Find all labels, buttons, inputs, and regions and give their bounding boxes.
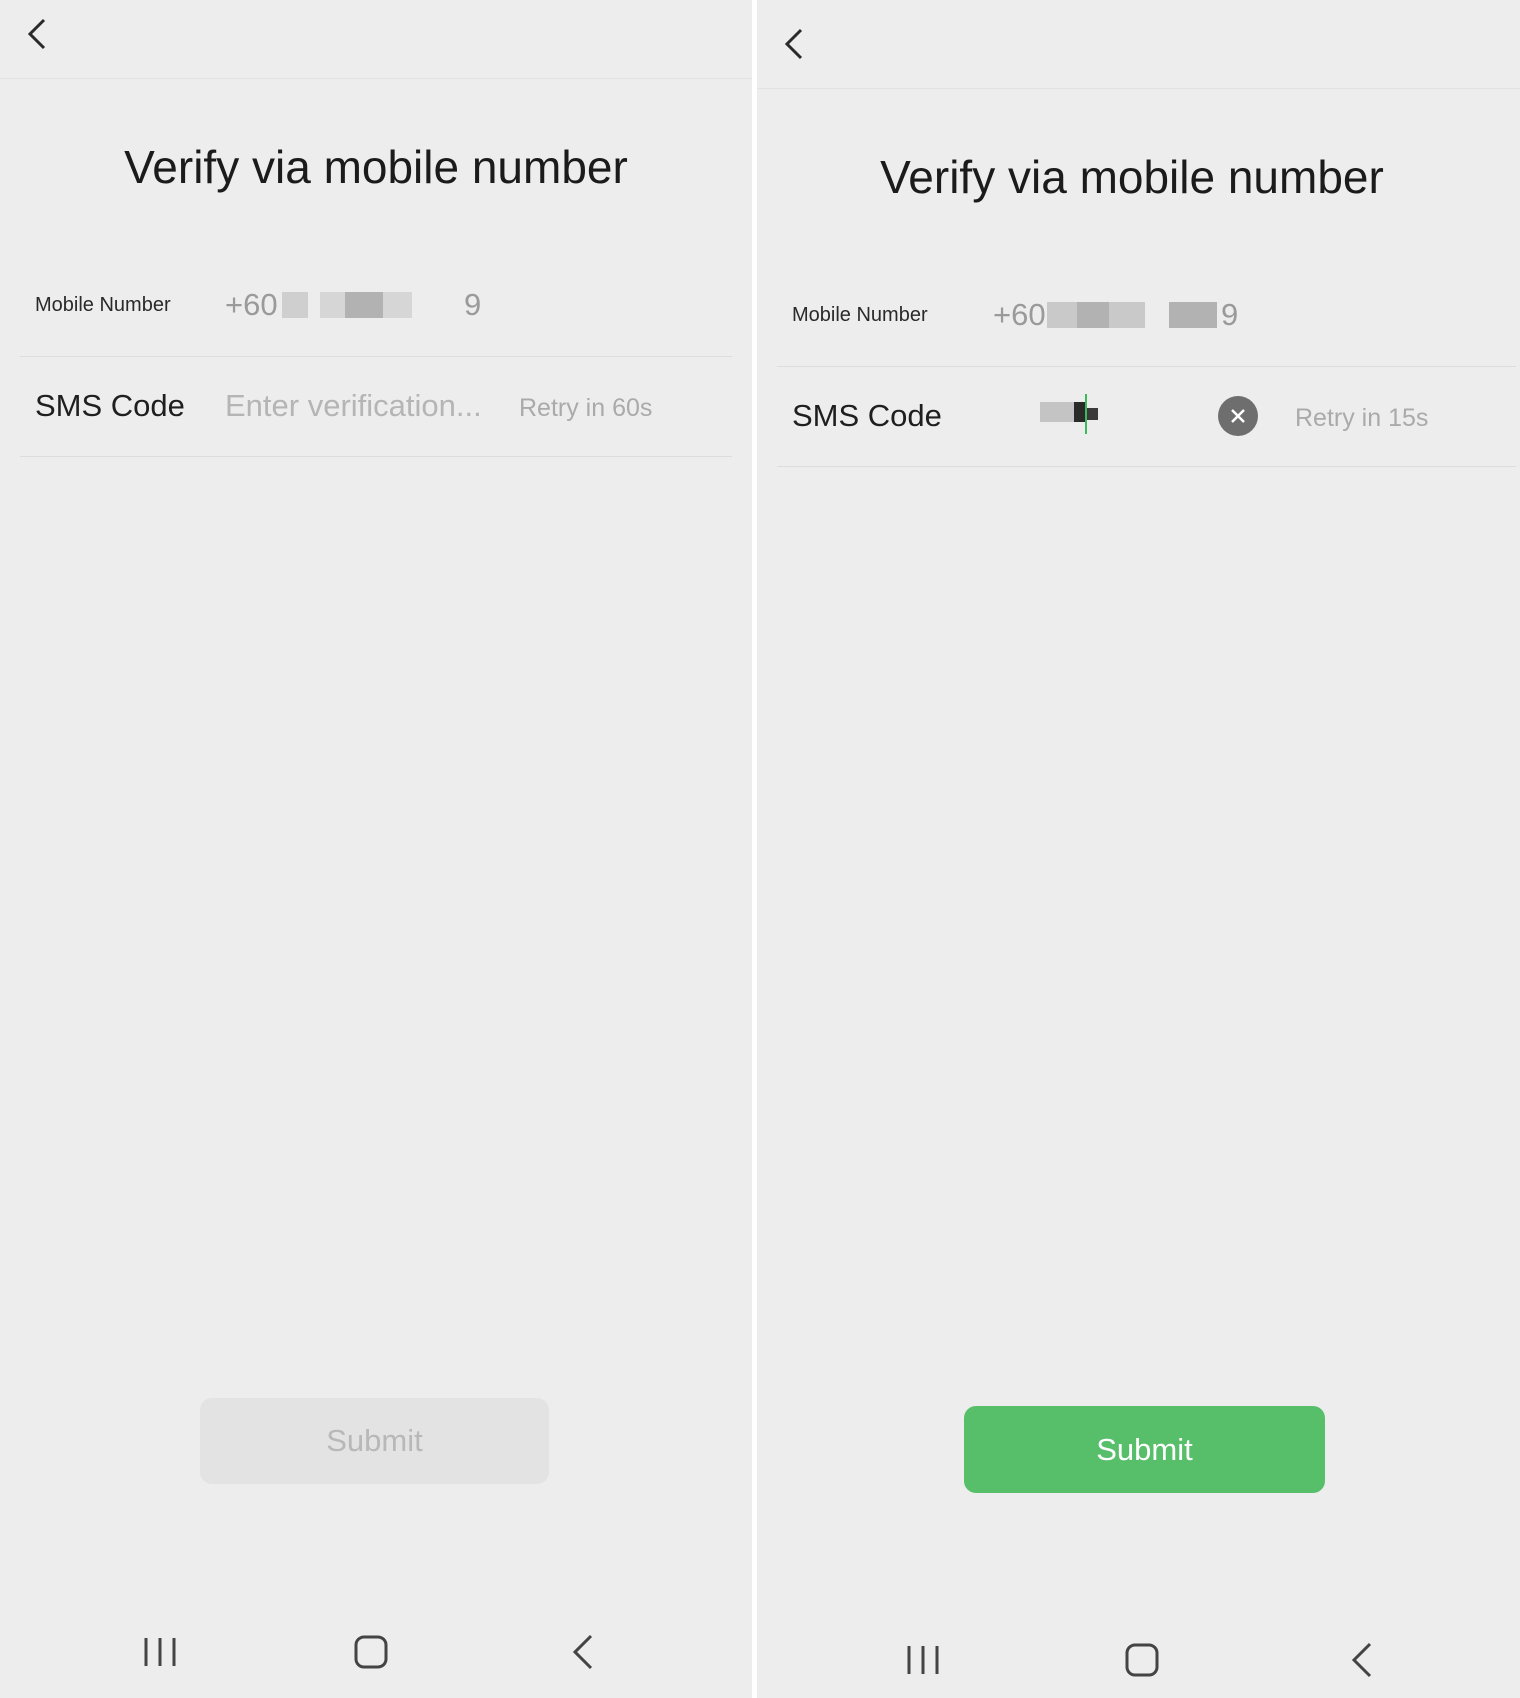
recents-button[interactable]: [130, 1622, 190, 1682]
home-icon: [354, 1635, 388, 1669]
screen-code-entered: Verify via mobile number Mobile Number +…: [757, 0, 1520, 1698]
sms-code-label: SMS Code: [792, 398, 942, 433]
redacted-block: [345, 292, 383, 318]
mobile-number-suffix: 9: [464, 287, 482, 322]
mobile-number-suffix: 9: [1221, 297, 1239, 332]
sms-code-row: SMS Code Retry in 15s: [777, 366, 1516, 467]
mobile-number-value: +60: [225, 287, 278, 323]
clear-input-button[interactable]: [1218, 396, 1258, 436]
sms-code-row: SMS Code Retry in 60s: [20, 356, 732, 457]
home-icon: [1125, 1643, 1159, 1677]
mobile-number-row: Mobile Number +60 9: [777, 266, 1516, 367]
top-bar: [0, 0, 752, 79]
retry-countdown: Retry in 60s: [519, 394, 653, 422]
mobile-number-prefix: +60: [993, 297, 1046, 332]
back-button[interactable]: [775, 24, 815, 64]
retry-countdown: Retry in 15s: [1295, 404, 1429, 432]
nav-back-icon: [1351, 1642, 1372, 1678]
system-nav-bar: [757, 1620, 1520, 1698]
redacted-block: [282, 292, 308, 318]
system-nav-bar: [0, 1612, 752, 1692]
sms-code-input[interactable]: [225, 382, 495, 430]
sms-code-label: SMS Code: [35, 388, 185, 423]
top-bar: [757, 0, 1520, 89]
submit-button[interactable]: Submit: [964, 1406, 1325, 1493]
redacted-block: [1169, 302, 1217, 328]
page-title: Verify via mobile number: [880, 151, 1384, 203]
system-back-button[interactable]: [1332, 1630, 1392, 1690]
submit-button[interactable]: Submit: [200, 1398, 549, 1484]
mobile-number-row: Mobile Number +60 9: [20, 256, 732, 357]
screen-before-code: Verify via mobile number Mobile Number +…: [0, 0, 752, 1698]
system-back-button[interactable]: [553, 1622, 613, 1682]
page-title: Verify via mobile number: [124, 141, 628, 193]
home-button[interactable]: [1112, 1630, 1172, 1690]
back-button[interactable]: [18, 14, 58, 54]
recents-icon: [907, 1646, 939, 1674]
chevron-left-icon: [784, 28, 803, 60]
recents-icon: [144, 1638, 176, 1666]
mobile-number-label: Mobile Number: [792, 304, 928, 326]
mobile-number-prefix: +60: [225, 287, 278, 322]
redacted-block: [1086, 408, 1098, 420]
mobile-number-label: Mobile Number: [35, 294, 171, 316]
recents-button[interactable]: [893, 1630, 953, 1690]
clear-circle-icon: [1231, 409, 1245, 423]
text-cursor: [1085, 394, 1087, 434]
chevron-left-icon: [27, 18, 46, 50]
redacted-block: [1040, 402, 1074, 422]
redacted-block: [1077, 302, 1109, 328]
nav-back-icon: [572, 1634, 593, 1670]
sms-code-input[interactable]: [982, 392, 1152, 440]
home-button[interactable]: [341, 1622, 401, 1682]
